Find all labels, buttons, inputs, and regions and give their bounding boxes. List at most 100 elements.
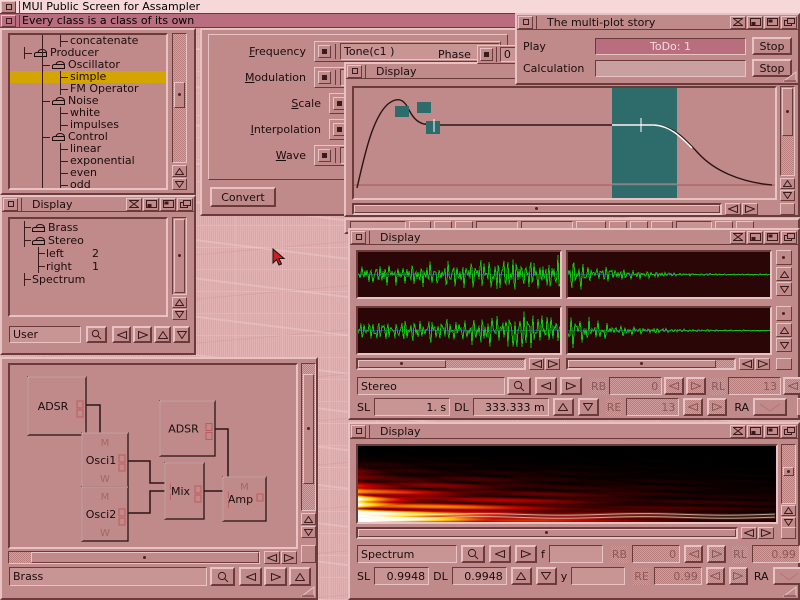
spectrum-re-next-button[interactable] [729, 567, 748, 585]
objects-list-item[interactable]: right1 [10, 260, 166, 273]
spectrum-rb-next-button[interactable] [707, 545, 726, 563]
screen-close-box-icon[interactable] [1, 1, 16, 13]
waves-rl-prev-button[interactable] [783, 377, 800, 395]
multiplot-snapshot-icon[interactable] [747, 16, 763, 29]
spectrum-hscrollbar[interactable] [356, 527, 738, 539]
objects-depth-arrange-icon[interactable] [177, 198, 193, 211]
patch-canvas[interactable]: ADSROsci1MWOsci2MWADSRMixIIAmpMII [8, 363, 298, 549]
envelope-scroll-left-arrow[interactable] [725, 203, 741, 215]
objects-down-button[interactable] [173, 326, 190, 343]
spectrum-close-box-icon[interactable] [351, 425, 366, 438]
objects-scroll-up-arrow[interactable] [172, 297, 187, 308]
objects-close-box-icon[interactable] [3, 198, 18, 211]
envelope-hscrollbar[interactable] [352, 203, 722, 215]
waves-prev-button[interactable] [535, 377, 557, 395]
patch-block[interactable]: Osci1MW [82, 433, 128, 487]
spectrum-resize-gadget[interactable] [783, 586, 797, 597]
wave-right-scroll-right-arrow[interactable] [755, 358, 770, 370]
patch-vscrollbar[interactable] [301, 363, 316, 511]
wave-bottom-up-arrow[interactable] [776, 323, 792, 337]
class-tree-scrollbar[interactable] [172, 33, 187, 163]
class-tree-close-box-icon[interactable] [1, 15, 16, 27]
spectrum-titlebar[interactable]: Display [350, 424, 798, 439]
waves-rb-next-button[interactable] [686, 377, 706, 395]
wave-right-hscrollbar[interactable] [566, 358, 736, 370]
waves-depth-arrange-icon[interactable] [781, 231, 797, 244]
spectrum-scroll-right-arrow[interactable] [758, 527, 774, 539]
objects-list[interactable]: BrassStereoleft2right1Spectrum [8, 217, 168, 317]
objects-scroll-knob[interactable] [174, 219, 185, 293]
objects-snapshot-icon[interactable] [143, 198, 159, 211]
patch-next-button[interactable] [264, 567, 287, 586]
wave-left-hscroll-knob[interactable] [358, 360, 446, 368]
patch-block[interactable]: MixII [165, 463, 204, 519]
spectrum-hscroll-knob[interactable] [358, 529, 736, 537]
class-tree-list[interactable]: clipconcatenateProducerOscillatorsimpleF… [8, 33, 168, 190]
patch-scroll-down-arrow[interactable] [301, 526, 316, 538]
objects-magnifier-icon[interactable] [86, 326, 107, 343]
envelope-close-box-icon[interactable] [347, 65, 362, 78]
multiplot-close-box-icon[interactable] [518, 16, 533, 29]
spectrum-snapshot-icon[interactable] [747, 425, 763, 438]
patch-scroll-left-arrow[interactable] [264, 551, 280, 564]
objects-iconify-icon[interactable] [126, 198, 142, 211]
patch-block[interactable]: ADSR [160, 401, 215, 456]
spectrum-rb-input[interactable]: 0 [632, 545, 680, 563]
wave-top-down-arrow[interactable] [776, 282, 792, 296]
spectrum-prev-button[interactable] [489, 545, 511, 563]
spectrum-name-input[interactable]: Spectrum [357, 545, 457, 563]
wave-left-scroll-left-arrow[interactable] [529, 358, 544, 370]
spectrum-depth-arrange-icon[interactable] [781, 425, 797, 438]
class-tree-scroll-down-arrow[interactable] [172, 178, 187, 190]
envelope-hscroll-knob[interactable] [354, 205, 720, 213]
param-wave-popup-button[interactable] [318, 149, 331, 162]
spectrum-dl-input[interactable]: 0.9948 [452, 567, 507, 585]
objects-titlebar[interactable]: Display [2, 197, 194, 212]
patch-magnifier-icon[interactable] [210, 567, 235, 586]
objects-list-item[interactable]: Brass [10, 221, 166, 234]
waves-rb-input[interactable]: 0 [609, 377, 662, 395]
waves-next-button[interactable] [560, 377, 582, 395]
wave-panel-left-top[interactable] [356, 250, 562, 299]
spectrum-vscroll-knob[interactable] [783, 467, 794, 476]
objects-scrollbar[interactable] [172, 217, 187, 295]
multiplot-depth-arrange-icon[interactable] [781, 16, 797, 29]
spectrum-sl-up-button[interactable] [511, 567, 532, 585]
spectrum-rb-prev-button[interactable] [684, 545, 703, 563]
wave-top-scroll-knob[interactable] [776, 250, 792, 265]
spectrum-ra-button[interactable] [773, 567, 800, 585]
param-modulation-popup-button[interactable] [318, 71, 331, 84]
spectrum-scroll-left-arrow[interactable] [741, 527, 757, 539]
convert-button[interactable]: Convert [210, 187, 276, 207]
patch-up-button[interactable] [289, 567, 311, 586]
waves-snapshot-icon[interactable] [747, 231, 763, 244]
param-frequency-popup-button[interactable] [318, 45, 331, 58]
waves-re-input[interactable]: 13 [626, 398, 679, 416]
objects-prev-button[interactable] [112, 326, 131, 343]
waves-close-box-icon[interactable] [351, 231, 366, 244]
wave-panel-right-bottom[interactable] [566, 306, 772, 355]
waves-ra-button[interactable] [753, 398, 787, 416]
patch-resize-gadget[interactable] [301, 586, 315, 597]
patch-prev-button[interactable] [239, 567, 262, 586]
waves-rb-prev-button[interactable] [664, 377, 684, 395]
envelope-scroll-right-arrow[interactable] [742, 203, 758, 215]
patch-hscroll-knob[interactable] [31, 552, 259, 563]
waves-magnifier-icon[interactable] [507, 377, 531, 395]
wave-top-up-arrow[interactable] [776, 267, 792, 281]
class-tree-scroll-up-arrow[interactable] [172, 165, 187, 177]
waves-name-input[interactable]: Stereo [357, 377, 505, 395]
spectrum-rl-input[interactable]: 0.99 [752, 545, 800, 563]
wave-right-scroll-left-arrow[interactable] [739, 358, 754, 370]
patch-vscroll-knob[interactable] [303, 374, 314, 484]
objects-list-item[interactable]: Spectrum [10, 273, 166, 286]
spectrum-iconify-icon[interactable] [730, 425, 746, 438]
class-tree-scroll-knob[interactable] [174, 82, 185, 108]
envelope-vscrollbar[interactable] [780, 86, 795, 176]
phase-popup-button[interactable] [480, 48, 493, 61]
waves-iconify-icon[interactable] [730, 231, 746, 244]
objects-zoom-window-icon[interactable] [160, 198, 176, 211]
patch-block[interactable]: AmpMII [223, 477, 266, 521]
wave-left-scroll-right-arrow[interactable] [545, 358, 560, 370]
wave-panel-right-top[interactable] [566, 250, 772, 299]
